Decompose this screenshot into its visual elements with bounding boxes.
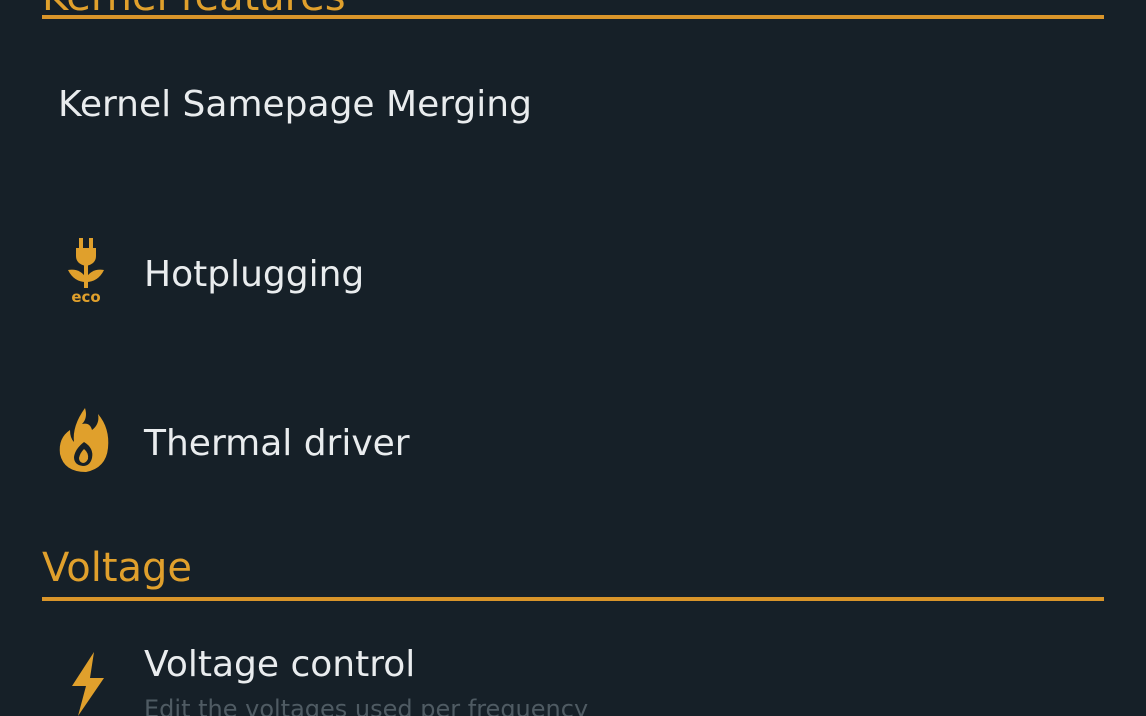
- settings-screen: Kernel features Kernel Samepage Merging …: [0, 0, 1146, 716]
- list-item-kernel-samepage-merging[interactable]: Kernel Samepage Merging: [0, 40, 1146, 180]
- section-header-voltage: Voltage: [42, 545, 193, 591]
- list-item-title: Voltage control: [144, 644, 416, 685]
- section-divider: [42, 597, 1104, 601]
- flame-icon: [54, 406, 114, 476]
- section-divider: [42, 15, 1104, 19]
- list-item-hotplugging[interactable]: eco Hotplugging: [0, 200, 1146, 350]
- list-item-subtitle: Edit the voltages used per frequency: [144, 695, 589, 716]
- list-item-title: Thermal driver: [144, 423, 410, 464]
- svg-text:eco: eco: [71, 288, 100, 306]
- list-item-title: Kernel Samepage Merging: [58, 84, 532, 125]
- list-item-title: Hotplugging: [144, 254, 365, 295]
- list-item-voltage-control[interactable]: Voltage control Edit the voltages used p…: [0, 620, 1146, 716]
- list-item-thermal-driver[interactable]: Thermal driver: [0, 370, 1146, 520]
- lightning-bolt-icon: [60, 650, 120, 716]
- eco-plug-icon: eco: [56, 236, 116, 306]
